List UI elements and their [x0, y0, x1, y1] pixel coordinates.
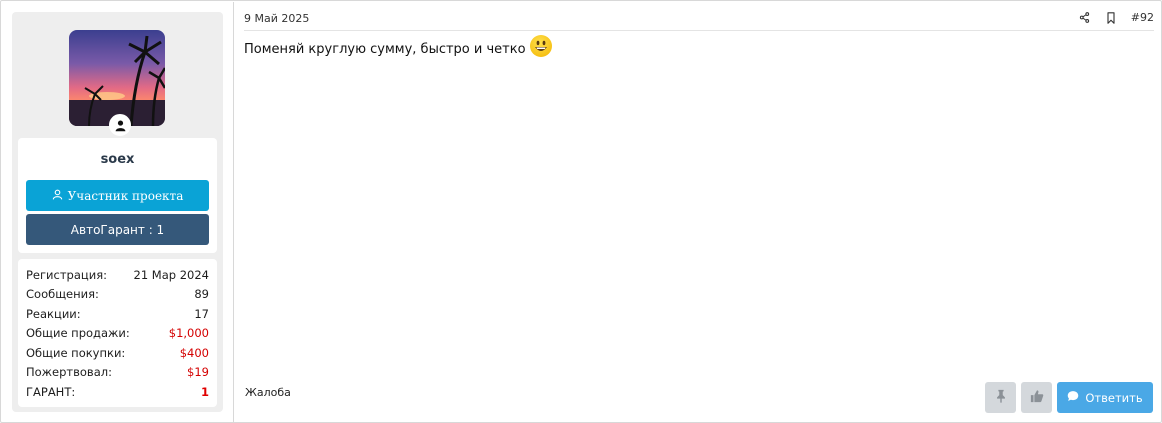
- stat-label: Пожертвовал:: [26, 365, 112, 379]
- user-card: soex Участник проекта АвтоГарант : 1: [18, 138, 217, 253]
- role-banner: Участник проекта: [26, 180, 209, 211]
- stat-total-purchases: Общие покупки: $400: [26, 343, 209, 362]
- thumbs-up-icon: [1030, 388, 1044, 407]
- user-icon: [109, 114, 131, 136]
- user-stats: Регистрация: 21 Мар 2024 Сообщения: 89 Р…: [18, 259, 217, 407]
- stat-value: 21 Мар 2024: [133, 267, 209, 282]
- stat-registration: Регистрация: 21 Мар 2024: [26, 265, 209, 284]
- avatar[interactable]: [69, 30, 165, 126]
- pin-icon: [995, 388, 1007, 407]
- like-button[interactable]: [1021, 382, 1052, 413]
- user-sidebar: soex Участник проекта АвтоГарант : 1 Рег…: [12, 12, 223, 412]
- post-date[interactable]: 9 Май 2025: [244, 12, 309, 25]
- stat-label: Сообщения:: [26, 287, 99, 301]
- stat-value: $19: [187, 365, 209, 379]
- bookmark-icon[interactable]: [1105, 11, 1117, 24]
- pin-button[interactable]: [985, 382, 1016, 413]
- reply-button[interactable]: Ответить: [1057, 382, 1153, 413]
- reply-label: Ответить: [1085, 390, 1143, 405]
- chat-bubble-icon: [1067, 390, 1079, 405]
- message-text: Поменяй круглую сумму, быстро и четко: [244, 41, 526, 57]
- stat-value: 17: [194, 306, 209, 321]
- forum-post: soex Участник проекта АвтоГарант : 1 Рег…: [0, 0, 1162, 423]
- stat-label: Регистрация:: [26, 267, 107, 282]
- stat-reactions: Реакции: 17: [26, 304, 209, 323]
- share-icon[interactable]: [1079, 12, 1091, 24]
- stat-messages: Сообщения: 89: [26, 285, 209, 304]
- post-header: 9 Май 2025 #92: [244, 11, 1154, 31]
- grinning-face-emoji: [529, 35, 552, 57]
- post-message: Поменяй круглую сумму, быстро и четко: [244, 35, 552, 57]
- post-actions: #92: [1079, 11, 1154, 24]
- guarantee-banner: АвтоГарант : 1: [26, 214, 209, 245]
- username[interactable]: soex: [18, 152, 217, 167]
- stat-label: Реакции:: [26, 306, 81, 321]
- stat-label: ГАРАНТ:: [26, 384, 76, 399]
- stat-donated: Пожертвовал: $19: [26, 363, 209, 382]
- user-outline-icon: [52, 189, 63, 203]
- stat-label: Общие продажи:: [26, 326, 130, 340]
- stat-guarantee: ГАРАНТ: 1: [26, 382, 209, 401]
- stat-total-sales: Общие продажи: $1,000: [26, 324, 209, 343]
- stat-value: $400: [179, 345, 209, 360]
- post-footer-buttons: Ответить: [985, 382, 1153, 413]
- stat-value: $1,000: [168, 326, 209, 340]
- stat-value: 89: [194, 287, 209, 301]
- stat-value: 1: [200, 384, 209, 399]
- post-number[interactable]: #92: [1131, 11, 1154, 24]
- stat-label: Общие покупки:: [26, 345, 126, 360]
- report-link[interactable]: Жалоба: [245, 386, 291, 399]
- divider: [233, 2, 234, 422]
- role-label: Участник проекта: [67, 188, 184, 203]
